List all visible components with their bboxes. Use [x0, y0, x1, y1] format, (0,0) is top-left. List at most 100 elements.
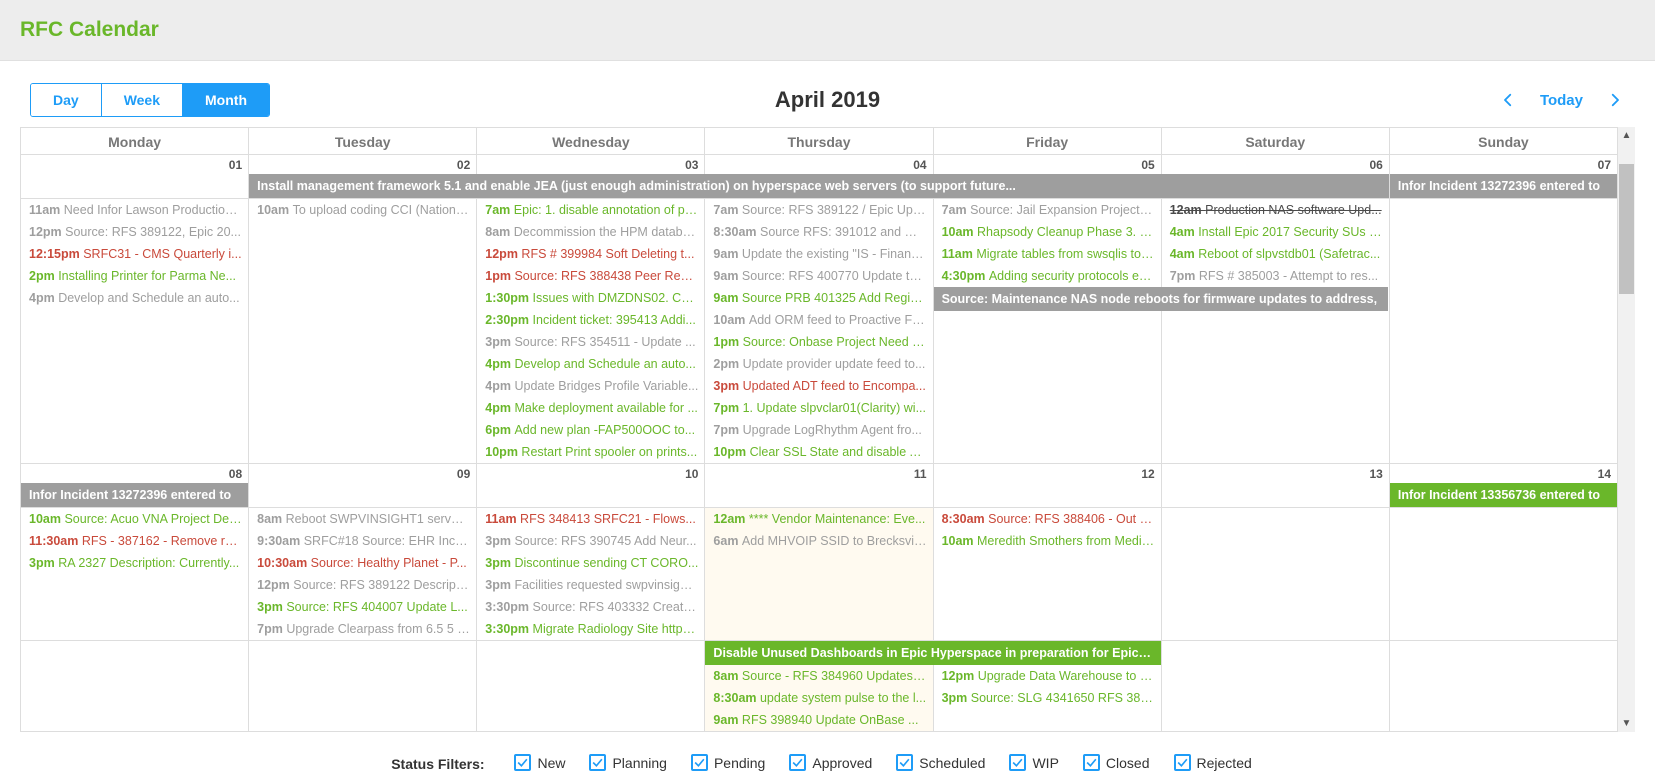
calendar-event[interactable]: 9am RFS 398940 Update OnBase ...	[705, 709, 932, 731]
calendar-event[interactable]: 9:30am SRFC#18 Source: EHR Incen...	[249, 530, 476, 552]
calendar-event[interactable]: 7pm 1. Update slpvclar01(Clarity) wi...	[705, 397, 932, 419]
calendar-event[interactable]: 3pm RA 2327 Description: Currently...	[21, 552, 248, 574]
filter-approved[interactable]: Approved	[789, 754, 872, 771]
day-cell[interactable]: 7am Source: RFS 389122 / Epic Upg...8:30…	[705, 199, 933, 464]
calendar-event[interactable]: 12pm Source: RFS 389122, Epic 20...	[21, 221, 248, 243]
event-banner[interactable]: Infor Incident 13272396 entered to	[21, 483, 248, 507]
day-cell[interactable]	[1161, 508, 1389, 641]
calendar-event[interactable]: 1:30pm Issues with DMZDNS02. Ca...	[477, 287, 704, 309]
vertical-scrollbar[interactable]: ▲ ▼	[1618, 127, 1635, 732]
event-banner[interactable]: Disable Unused Dashboards in Epic Hypers…	[705, 641, 1160, 665]
calendar-event[interactable]: 2pm Installing Printer for Parma Ne...	[21, 265, 248, 287]
view-month-button[interactable]: Month	[183, 84, 269, 116]
calendar-event[interactable]: 4pm Develop and Schedule an auto...	[477, 353, 704, 375]
calendar-event[interactable]: 3pm Updated ADT feed to Encompa...	[705, 375, 932, 397]
calendar-event[interactable]: 12am **** Vendor Maintenance: Eve...	[705, 508, 932, 530]
today-button[interactable]: Today	[1540, 92, 1583, 109]
day-cell[interactable]	[477, 665, 705, 732]
day-cell[interactable]: 12pm Upgrade Data Warehouse to v...3pm S…	[933, 665, 1161, 732]
filter-scheduled[interactable]: Scheduled	[896, 754, 985, 771]
calendar-event[interactable]: 9am Source PRB 401325 Add Regis...	[705, 287, 932, 309]
day-cell[interactable]	[1389, 199, 1617, 464]
calendar-event[interactable]: 3pm Source: RFS 404007 Update L...	[249, 596, 476, 618]
calendar-event[interactable]: 8am Source - RFS 384960 Updates ...	[705, 665, 932, 687]
calendar-event[interactable]: 12pm Source: RFS 389122 Descripti...	[249, 574, 476, 596]
day-cell[interactable]: 8am Source - RFS 384960 Updates ...8:30a…	[705, 665, 933, 732]
calendar-event[interactable]: 7am Epic: 1. disable annotation of pr...	[477, 199, 704, 221]
calendar-event[interactable]: 4am Install Epic 2017 Security SUs (...	[1162, 221, 1389, 243]
calendar-event[interactable]: 7pm RFS # 385003 - Attempt to res...	[1162, 265, 1389, 287]
calendar-event[interactable]: 2:30pm Incident ticket: 395413 Addi...	[477, 309, 704, 331]
calendar-event[interactable]: 8:30am Source RFS: 391012 and Or...	[705, 221, 932, 243]
calendar-event[interactable]: 4pm Update Bridges Profile Variable...	[477, 375, 704, 397]
day-cell[interactable]: 7am Source: Jail Expansion Project C...1…	[933, 199, 1161, 464]
day-cell[interactable]: 12am Production NAS software Upd...4am I…	[1161, 199, 1389, 464]
next-month-button[interactable]	[1605, 90, 1625, 110]
prev-month-button[interactable]	[1498, 90, 1518, 110]
calendar-event[interactable]: 3pm Source: RFS 390745 Add Neur...	[477, 530, 704, 552]
calendar-event[interactable]: 8am Reboot SWPVINSIGHT1 server...	[249, 508, 476, 530]
event-banner[interactable]: Infor Incident 13356736 entered to	[1390, 483, 1617, 507]
calendar-event[interactable]: 3pm Source: SLG 4341650 RFS 387...	[934, 687, 1161, 709]
event-banner[interactable]: Install management framework 5.1 and ena…	[249, 174, 1389, 198]
day-cell[interactable]	[1161, 665, 1389, 732]
calendar-event[interactable]: 10am To upload coding CCI (Nationa...	[249, 199, 476, 221]
calendar-event[interactable]: 11am RFS 348413 SRFC21 - Flows...	[477, 508, 704, 530]
calendar-event[interactable]: 10pm Restart Print spooler on prints...	[477, 441, 704, 463]
calendar-event[interactable]: 1pm Source: RFS 388438 Peer Revi...	[477, 265, 704, 287]
calendar-event[interactable]: 7am Source: Jail Expansion Project C...	[934, 199, 1161, 221]
day-cell[interactable]	[21, 665, 249, 732]
calendar-event[interactable]: 6pm Add new plan -FAP500OOC to...	[477, 419, 704, 441]
calendar-event[interactable]: 7pm Upgrade LogRhythm Agent fro...	[705, 419, 932, 441]
day-cell[interactable]	[249, 665, 477, 732]
calendar-event[interactable]: 6am Add MHVOIP SSID to Brecksvil...	[705, 530, 932, 552]
calendar-event[interactable]: 7pm Upgrade Clearpass from 6.5 5 t...	[249, 618, 476, 640]
day-cell[interactable]: 12am **** Vendor Maintenance: Eve...6am …	[705, 508, 933, 641]
day-cell[interactable]: 7am Epic: 1. disable annotation of pr...…	[477, 199, 705, 464]
calendar-event[interactable]: 9am Source: RFS 400770 Update th...	[705, 265, 932, 287]
filter-planning[interactable]: Planning	[589, 754, 667, 771]
filter-new[interactable]: New	[514, 754, 565, 771]
calendar-event[interactable]: 4am Reboot of slpvstdb01 (Safetrac...	[1162, 243, 1389, 265]
filter-pending[interactable]: Pending	[691, 754, 765, 771]
event-banner[interactable]: Infor Incident 13272396 entered to	[1390, 174, 1617, 198]
filter-wip[interactable]: WIP	[1009, 754, 1058, 771]
calendar-event[interactable]: 11am Need Infor Lawson Production...	[21, 199, 248, 221]
calendar-event[interactable]: 4pm Make deployment available for ...	[477, 397, 704, 419]
day-cell[interactable]: 8:30am Source: RFS 388406 - Out o...10am…	[933, 508, 1161, 641]
calendar-event[interactable]: 10am Meredith Smothers from Medic...	[934, 530, 1161, 552]
calendar-event[interactable]: 3pm Discontinue sending CT CORO...	[477, 552, 704, 574]
calendar-event[interactable]: 10am Rhapsody Cleanup Phase 3. R...	[934, 221, 1161, 243]
calendar-event[interactable]: 11am Migrate tables from swsqlis to ...	[934, 243, 1161, 265]
calendar-event[interactable]: 2pm Update provider update feed to...	[705, 353, 932, 375]
filter-closed[interactable]: Closed	[1083, 754, 1150, 771]
day-cell[interactable]: 11am Need Infor Lawson Production...12pm…	[21, 199, 249, 464]
calendar-event[interactable]: 4:30pm Adding security protocols en...	[934, 265, 1161, 287]
calendar-event[interactable]: 10pm Clear SSL State and disable A...	[705, 441, 932, 463]
scrollbar-track[interactable]	[1618, 144, 1635, 715]
calendar-event[interactable]: 7am Source: RFS 389122 / Epic Upg...	[705, 199, 932, 221]
day-cell[interactable]: 8am Reboot SWPVINSIGHT1 server...9:30am …	[249, 508, 477, 641]
calendar-event[interactable]: 8:30am Source: RFS 388406 - Out o...	[934, 508, 1161, 530]
day-cell[interactable]: 10am Source: Acuo VNA Project Des...11:3…	[21, 508, 249, 641]
calendar-event[interactable]: 8:30am update system pulse to the l...	[705, 687, 932, 709]
calendar-event[interactable]: 1pm Source: Onbase Project Need to...	[705, 331, 932, 353]
calendar-event[interactable]: 9am Update the existing "IS - Financ...	[705, 243, 932, 265]
scrollbar-thumb[interactable]	[1619, 164, 1634, 294]
calendar-event[interactable]: 12:15pm SRFC31 - CMS Quarterly i...	[21, 243, 248, 265]
filter-rejected[interactable]: Rejected	[1174, 754, 1252, 771]
day-cell[interactable]	[1389, 665, 1617, 732]
calendar-event[interactable]: 12am Production NAS software Upd...	[1162, 199, 1389, 221]
calendar-event[interactable]: 3:30pm Migrate Radiology Site https...	[477, 618, 704, 640]
day-cell[interactable]: 11am RFS 348413 SRFC21 - Flows...3pm Sou…	[477, 508, 705, 641]
calendar-event[interactable]: 10am Source: Acuo VNA Project Des...	[21, 508, 248, 530]
view-day-button[interactable]: Day	[31, 84, 102, 116]
view-week-button[interactable]: Week	[102, 84, 183, 116]
calendar-event[interactable]: 10am Add ORM feed to Proactive Fo...	[705, 309, 932, 331]
calendar-event[interactable]: 12pm RFS # 399984 Soft Deleting t...	[477, 243, 704, 265]
event-banner[interactable]: Source: Maintenance NAS node reboots for…	[934, 287, 1388, 311]
calendar-event[interactable]: 4pm Develop and Schedule an auto...	[21, 287, 248, 309]
scroll-up-arrow-icon[interactable]: ▲	[1618, 127, 1635, 144]
calendar-event[interactable]: 11:30am RFS - 387162 - Remove re...	[21, 530, 248, 552]
calendar-event[interactable]: 8am Decommission the HPM databa...	[477, 221, 704, 243]
